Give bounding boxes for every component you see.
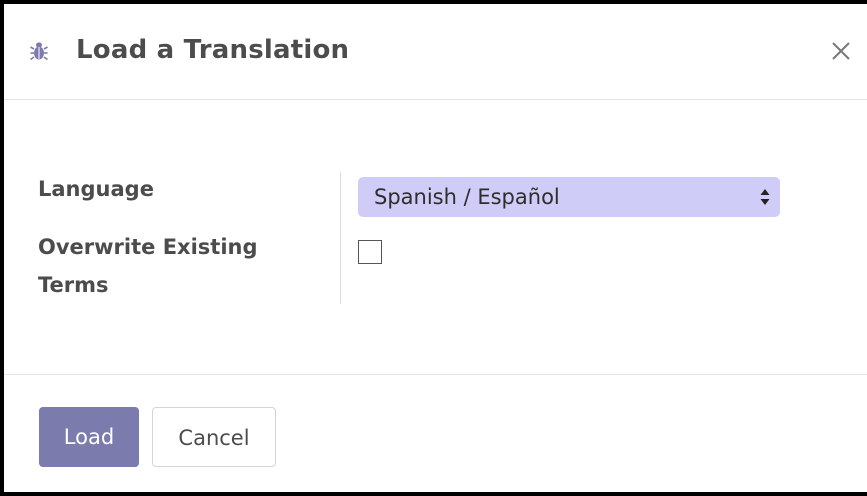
dialog-title: Load a Translation <box>76 35 350 65</box>
cancel-button[interactable]: Cancel <box>152 407 276 467</box>
close-icon[interactable] <box>828 38 854 64</box>
load-button[interactable]: Load <box>39 407 139 467</box>
language-select[interactable]: Spanish / Español <box>358 177 780 217</box>
select-arrows-icon <box>760 189 770 205</box>
dialog-header: Load a Translation <box>4 4 867 100</box>
load-translation-dialog: Load a Translation Language Overwrite Ex… <box>4 4 867 492</box>
field-separator <box>340 172 341 304</box>
overwrite-existing-terms-checkbox[interactable] <box>358 240 382 264</box>
language-label: Language <box>38 177 154 201</box>
language-select-value: Spanish / Español <box>374 185 560 209</box>
dialog-footer: Load Cancel <box>4 374 867 492</box>
bug-icon <box>30 42 48 61</box>
dialog-body: Language Overwrite Existing Terms Spanis… <box>4 100 867 374</box>
overwrite-existing-terms-label: Overwrite Existing Terms <box>38 235 258 297</box>
